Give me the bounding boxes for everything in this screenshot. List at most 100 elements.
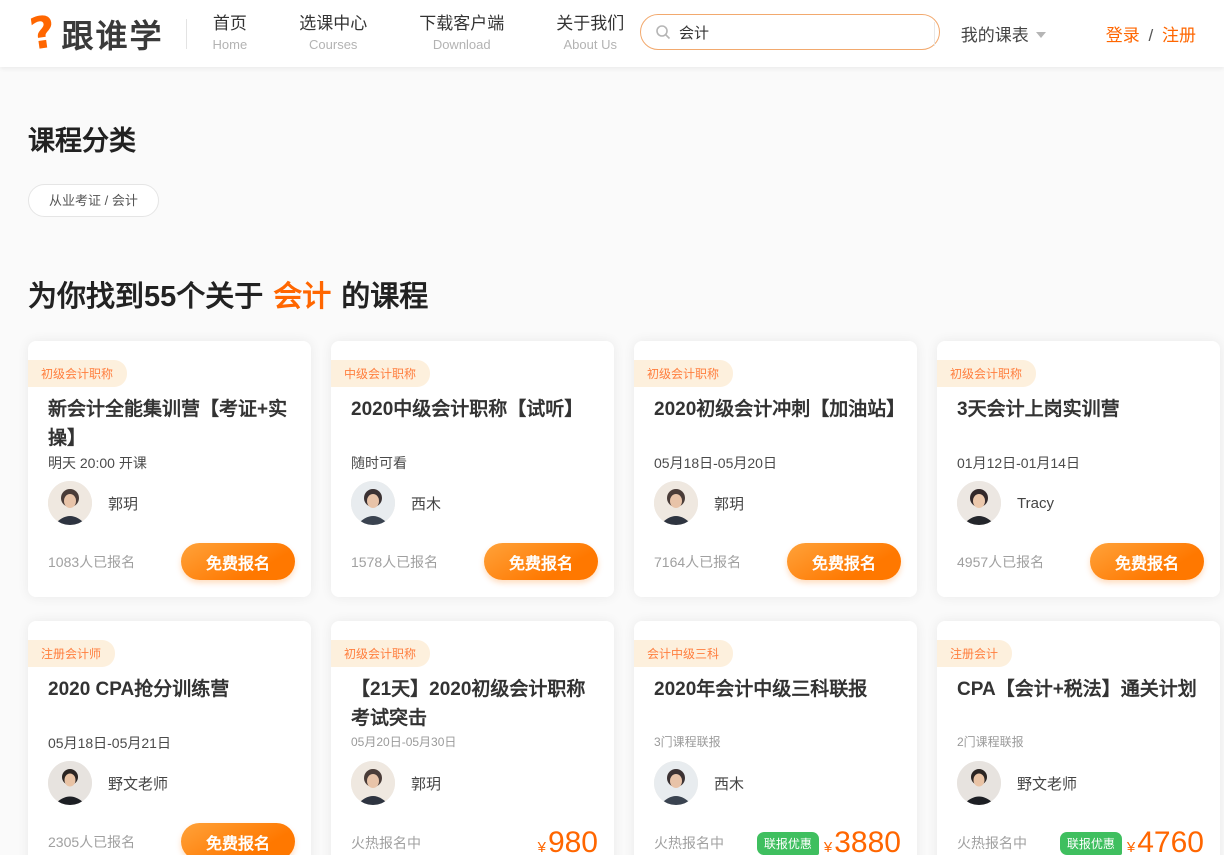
results-title: 为你找到55个关于会计的课程	[28, 273, 1224, 315]
teacher-avatar	[351, 481, 395, 525]
search-box[interactable]	[640, 14, 940, 50]
currency-symbol: ¥	[1127, 839, 1135, 855]
course-schedule: 明天 20:00 开课	[48, 453, 147, 473]
search-icon	[655, 24, 671, 40]
course-title: 新会计全能集训营【考证+实操】	[48, 395, 291, 453]
card-bottom: 1083人已报名 免费报名	[48, 543, 295, 580]
page-title: 课程分类	[28, 119, 1224, 158]
breadcrumb[interactable]: 从业考证 / 会计	[28, 184, 159, 217]
course-schedule: 05月18日-05月21日	[48, 733, 171, 753]
top-header: ? 跟谁学 首页 Home 选课中心 Courses 下载客户端 Downloa…	[0, 0, 1224, 67]
teacher-name: 野文老师	[108, 773, 168, 794]
nav-item-home[interactable]: 首页 Home	[213, 14, 248, 54]
nav-item-about[interactable]: 关于我们 About Us	[556, 14, 624, 54]
free-signup-button[interactable]: 免费报名	[787, 543, 901, 580]
teacher-avatar	[351, 761, 395, 805]
course-schedule: 2门课程联报	[957, 733, 1024, 750]
course-card[interactable]: 初级会计职称 3天会计上岗实训营 01月12日-01月14日 Tracy 495…	[937, 341, 1220, 597]
course-grid: 初级会计职称 新会计全能集训营【考证+实操】 明天 20:00 开课 郭玥 10…	[28, 341, 1220, 855]
teacher-name: 野文老师	[1017, 773, 1077, 794]
course-schedule: 01月12日-01月14日	[957, 453, 1080, 473]
course-card[interactable]: 注册会计 CPA【会计+税法】通关计划 2门课程联报 野文老师 火热报名中 联报…	[937, 621, 1220, 855]
course-card[interactable]: 初级会计职称 新会计全能集训营【考证+实操】 明天 20:00 开课 郭玥 10…	[28, 341, 311, 597]
nav-item-courses[interactable]: 选课中心 Courses	[299, 14, 367, 54]
nav-about-zh: 关于我们	[556, 14, 624, 34]
card-bottom: 火热报名中 联报优惠 ¥ 3880	[654, 826, 901, 855]
genshuixue-logo[interactable]: ? 跟谁学	[30, 11, 164, 57]
enroll-status: 火热报名中	[351, 833, 421, 853]
card-bottom: 火热报名中 ¥ 980	[351, 826, 598, 855]
category-tag: 注册会计	[937, 640, 1012, 667]
register-link[interactable]: 注册	[1162, 26, 1196, 45]
results-prefix: 为你找到55个关于	[28, 281, 263, 313]
teacher-avatar	[654, 481, 698, 525]
teacher-name: Tracy	[1017, 495, 1054, 512]
course-schedule: 05月20日-05月30日	[351, 733, 456, 750]
teacher-row: 郭玥	[48, 481, 138, 525]
price: 联报优惠 ¥ 4760	[1060, 826, 1204, 855]
course-schedule: 05月18日-05月20日	[654, 453, 777, 473]
card-bottom: 4957人已报名 免费报名	[957, 543, 1204, 580]
nav-download-en: Download	[419, 36, 504, 54]
my-schedule-label: 我的课表	[961, 21, 1029, 46]
course-card[interactable]: 初级会计职称 【21天】2020初级会计职称考试突击 05月20日-05月30日…	[331, 621, 614, 855]
enroll-status: 火热报名中	[957, 833, 1027, 853]
course-card[interactable]: 中级会计职称 2020中级会计职称【试听】 随时可看 西木 1578人已报名 免…	[331, 341, 614, 597]
enroll-count: 2305人已报名	[48, 832, 135, 852]
header-right-divider	[934, 22, 935, 46]
teacher-row: 野文老师	[48, 761, 168, 805]
course-schedule: 随时可看	[351, 453, 407, 473]
main-nav: 首页 Home 选课中心 Courses 下载客户端 Download 关于我们…	[213, 14, 625, 54]
teacher-avatar	[957, 761, 1001, 805]
nav-download-zh: 下载客户端	[419, 14, 504, 34]
teacher-name: 郭玥	[108, 493, 138, 514]
free-signup-button[interactable]: 免费报名	[181, 823, 295, 855]
category-tag: 初级会计职称	[331, 640, 430, 667]
results-suffix: 的课程	[341, 281, 428, 313]
price-value: 4760	[1137, 826, 1204, 855]
category-tag: 初级会计职称	[634, 360, 733, 387]
teacher-row: 野文老师	[957, 761, 1077, 805]
course-card[interactable]: 初级会计职称 2020初级会计冲刺【加油站】 05月18日-05月20日 郭玥 …	[634, 341, 917, 597]
teacher-avatar	[48, 761, 92, 805]
nav-about-en: About Us	[556, 36, 624, 54]
free-signup-button[interactable]: 免费报名	[181, 543, 295, 580]
nav-home-zh: 首页	[213, 14, 248, 34]
header-right: 我的课表 登录 / 注册	[934, 0, 1196, 67]
currency-symbol: ¥	[538, 839, 546, 855]
course-card[interactable]: 注册会计师 2020 CPA抢分训练营 05月18日-05月21日 野文老师 2…	[28, 621, 311, 855]
logo-text: 跟谁学	[62, 11, 164, 57]
course-title: 3天会计上岗实训营	[957, 395, 1200, 424]
category-tag: 初级会计职称	[937, 360, 1036, 387]
enroll-status: 火热报名中	[654, 833, 724, 853]
category-tag: 中级会计职称	[331, 360, 430, 387]
page-content: 课程分类 从业考证 / 会计 为你找到55个关于会计的课程 初级会计职称 新会计…	[0, 119, 1224, 855]
nav-courses-en: Courses	[299, 36, 367, 54]
my-schedule-dropdown[interactable]: 我的课表	[961, 21, 1046, 46]
course-title: 2020初级会计冲刺【加油站】	[654, 395, 897, 424]
header-divider	[186, 19, 187, 49]
category-tag: 初级会计职称	[28, 360, 127, 387]
course-title: 【21天】2020初级会计职称考试突击	[351, 675, 594, 733]
category-tag: 会计中级三科	[634, 640, 733, 667]
auth-links: 登录 / 注册	[1106, 21, 1196, 46]
price-value: 3880	[834, 826, 901, 855]
free-signup-button[interactable]: 免费报名	[484, 543, 598, 580]
combo-discount-badge: 联报优惠	[1060, 832, 1122, 855]
enroll-count: 7164人已报名	[654, 552, 741, 572]
teacher-name: 西木	[714, 773, 744, 794]
course-schedule: 3门课程联报	[654, 733, 721, 750]
price-value: 980	[548, 826, 598, 855]
nav-item-download[interactable]: 下载客户端 Download	[419, 14, 504, 54]
price: 联报优惠 ¥ 3880	[757, 826, 901, 855]
teacher-name: 郭玥	[714, 493, 744, 514]
course-card[interactable]: 会计中级三科 2020年会计中级三科联报 3门课程联报 西木 火热报名中 联报优…	[634, 621, 917, 855]
search-input[interactable]	[679, 24, 925, 41]
teacher-row: 西木	[351, 481, 441, 525]
results-keyword: 会计	[273, 281, 331, 313]
free-signup-button[interactable]: 免费报名	[1090, 543, 1204, 580]
auth-separator: /	[1149, 26, 1154, 45]
card-bottom: 1578人已报名 免费报名	[351, 543, 598, 580]
teacher-avatar	[48, 481, 92, 525]
login-link[interactable]: 登录	[1106, 26, 1140, 45]
